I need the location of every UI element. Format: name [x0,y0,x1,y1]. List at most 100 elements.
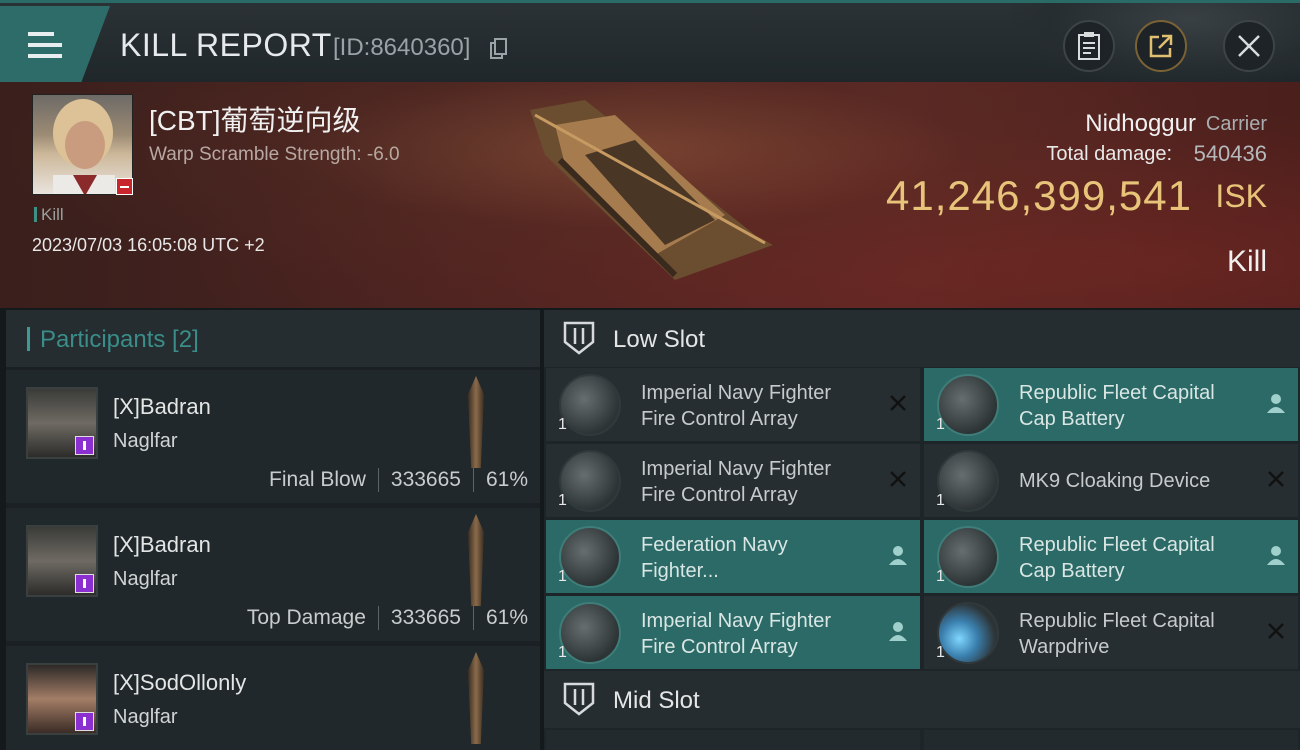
kill-date: 2023/07/03 16:05:08 UTC +2 [32,235,265,255]
warp-strength: Warp Scramble Strength: -6.0 [149,144,400,165]
corp-badge [75,574,94,593]
mid-slot-title: Mid Slot [613,687,700,714]
fighter-array-icon [559,450,621,512]
hostile-badge [116,178,133,195]
page-title: KILL REPORT [120,27,332,63]
participants-panel: Participants [2] [X]Badran Naglfar Final… [6,310,540,750]
total-damage-label: Total damage: [1046,143,1172,165]
fighter-array-icon [559,602,621,664]
warpdrive-icon [937,602,999,664]
victim-ship-image [530,100,773,280]
isk-unit: ISK [1215,178,1267,214]
module-name: Imperial Navy Fighter Fire Control Array [641,382,832,430]
dropped-icon [1267,546,1285,565]
participant-ship-image [468,514,484,606]
participant-name: [X]Badran [113,532,211,557]
participant-role: Final Blow [269,468,366,491]
module-item[interactable]: 1 Republic Fleet Capital Cap Battery [924,520,1298,593]
module-name: Federation Navy Fighter... [641,534,788,582]
module-name: MK9 Cloaking Device [1019,470,1211,492]
module-item[interactable]: 1 Imperial Navy Fighter Fire Control Arra… [546,444,920,517]
participant-row[interactable]: [X]Badran Naglfar Top Damage 333665 61% [6,508,540,641]
dropped-icon [1267,394,1285,413]
participant-role: Top Damage [246,606,366,629]
module-quantity: 1 [558,568,567,585]
top-bar: KILL REPORT [ID:8640360] [0,0,1300,85]
module-item[interactable] [546,730,920,750]
participant-stats: Final Blow 333665 61% [269,468,528,492]
participant-ship-image [468,652,484,744]
dropped-icon [889,546,907,565]
clipboard-button[interactable] [1063,20,1115,72]
module-item[interactable]: 1 Republic Fleet Capital Cap Battery [924,368,1298,441]
corp-badge [75,712,94,731]
module-quantity: 1 [558,416,567,433]
fighter-support-icon [559,526,621,588]
participant-percent: 61% [485,606,528,629]
participant-ship: Naglfar [113,568,178,590]
module-item[interactable] [924,730,1298,750]
module-name: Republic Fleet Capital Cap Battery [1019,382,1215,430]
module-quantity: 1 [558,644,567,661]
participant-damage: 333665 [390,606,461,629]
module-item[interactable]: 1 Imperial Navy Fighter Fire Control Arra… [546,596,920,669]
module-quantity: 1 [936,416,945,433]
victim-ship-name[interactable]: Nidhoggur [1085,110,1196,138]
fighter-array-icon [559,374,621,436]
cloaking-device-icon [937,450,999,512]
participant-name: [X]SodOllonly [113,670,247,695]
low-slot-header[interactable]: Low Slot [544,310,1300,367]
destroyed-icon [1268,623,1284,639]
participant-ship-image [468,376,484,468]
low-slot-icon [563,321,595,355]
close-button[interactable] [1223,20,1275,72]
corp-badge [75,436,94,455]
kill-tag: Kill [34,205,64,225]
participant-name: [X]Badran [113,394,211,419]
copy-icon[interactable] [490,38,508,60]
share-button[interactable] [1135,20,1187,72]
module-name: Republic Fleet Capital Warpdrive [1019,610,1215,658]
isk-value: 41,246,399,541 [886,172,1192,219]
kill-status: Kill [1226,245,1267,278]
menu-icon [28,32,62,60]
close-icon [1238,35,1260,57]
mid-slot-icon [563,682,595,716]
fitting-panel: Low Slot 1 Imperial Navy Fighter Fire Con… [544,310,1300,750]
participant-percent: 61% [485,468,528,491]
module-quantity: 1 [558,492,567,509]
participant-ship: Naglfar [113,706,178,728]
module-item[interactable]: 1 Federation Navy Fighter... [546,520,920,593]
participants-title: Participants [2] [27,326,199,354]
participant-row[interactable]: [X]Badran Naglfar Final Blow 333665 61% [6,370,540,503]
cap-battery-icon [937,526,999,588]
victim-name[interactable]: [CBT]葡萄逆向级 [149,99,361,139]
participant-row[interactable]: [X]SodOllonly Naglfar [6,646,540,750]
module-quantity: 1 [936,568,945,585]
cap-battery-icon [937,374,999,436]
module-item[interactable]: 1 MK9 Cloaking Device [924,444,1298,517]
participant-ship: Naglfar [113,430,178,452]
module-name: Republic Fleet Capital Cap Battery [1019,534,1215,582]
share-icon [1149,34,1173,58]
low-slot-title: Low Slot [613,326,706,353]
module-name: Imperial Navy Fighter Fire Control Array [641,610,832,658]
destroyed-icon [890,395,906,411]
clipboard-icon [1078,32,1100,60]
destroyed-icon [890,471,906,487]
module-quantity: 1 [936,492,945,509]
module-item[interactable]: 1 Imperial Navy Fighter Fire Control Arra… [546,368,920,441]
dropped-icon [889,622,907,641]
participant-stats: Top Damage 333665 61% [247,606,528,630]
module-item[interactable]: 1 Republic Fleet Capital Warpdrive [924,596,1298,669]
menu-button[interactable] [0,6,110,82]
participant-damage: 333665 [390,468,461,491]
total-damage-value: 540436 [1193,141,1267,166]
report-id: [ID:8640360] [333,34,471,61]
victim-ship-class: Carrier [1205,113,1267,135]
module-quantity: 1 [936,644,945,661]
module-name: Imperial Navy Fighter Fire Control Array [641,458,832,506]
destroyed-icon [1268,471,1284,487]
mid-slot-header[interactable]: Mid Slot [544,671,1300,728]
participants-header[interactable]: Participants [2] [6,310,540,367]
